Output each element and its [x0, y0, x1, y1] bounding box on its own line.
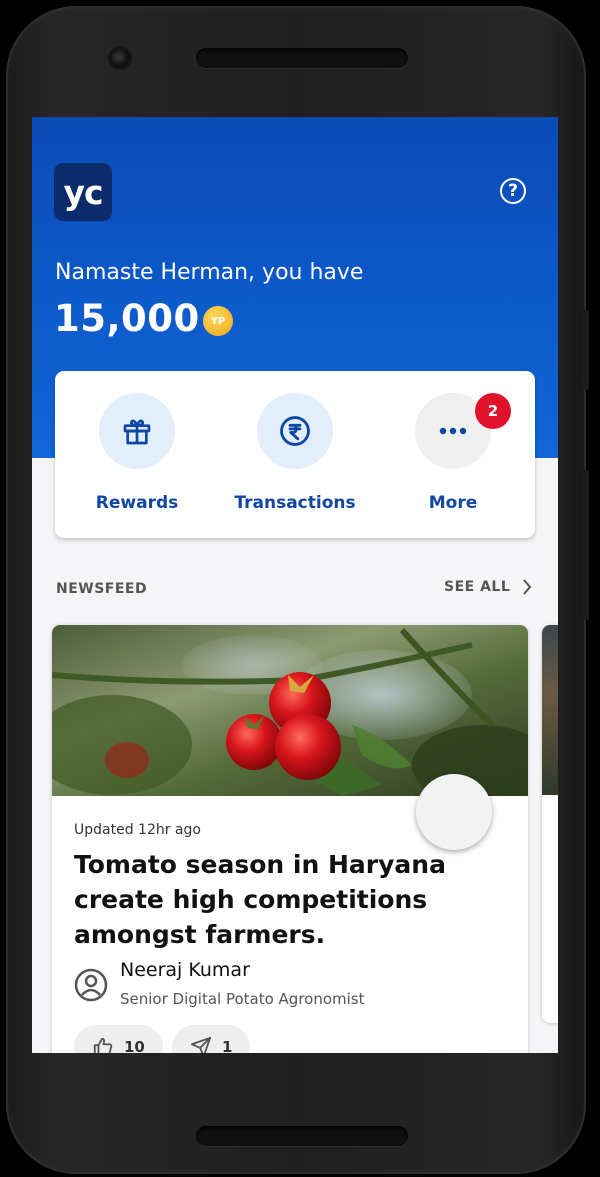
author-role: Senior Digital Potato Agronomist [120, 990, 365, 1008]
volume-button [583, 310, 589, 390]
help-icon[interactable]: ? [500, 178, 526, 204]
rewards-icon-circle [99, 393, 175, 469]
send-icon [190, 1036, 212, 1053]
rewards-button[interactable]: Rewards [67, 393, 207, 523]
rewards-label: Rewards [95, 493, 179, 513]
front-camera [110, 48, 130, 68]
more-dots-icon [439, 427, 467, 435]
greeting-text: Namaste Herman, you have [55, 260, 364, 285]
top-speaker [196, 48, 408, 68]
transactions-button[interactable]: Transactions [225, 393, 365, 523]
gift-icon [123, 419, 151, 445]
thumbs-up-icon [93, 1037, 113, 1053]
chevron-right-icon [523, 579, 532, 595]
news-card-image [52, 625, 528, 796]
more-label: More [428, 493, 478, 513]
points-balance: 15,000 [54, 297, 200, 340]
like-button[interactable]: 10 [74, 1025, 163, 1053]
bottom-speaker [196, 1126, 408, 1146]
app-screen: yc ? Namaste Herman, you have 15,000 YP … [32, 117, 558, 1053]
transactions-label: Transactions [234, 493, 356, 513]
share-count: 1 [222, 1038, 233, 1053]
newsfeed-heading: NEWSFEED [56, 581, 148, 597]
more-button[interactable]: 2 More [383, 393, 523, 523]
next-news-card[interactable] [542, 625, 558, 1023]
like-count: 10 [124, 1038, 145, 1053]
next-card-image [542, 625, 558, 795]
author-name: Neeraj Kumar [120, 959, 250, 981]
news-headline: Tomato season in Haryana create high com… [74, 850, 446, 949]
notification-badge: 2 [475, 393, 511, 429]
floating-action-button[interactable] [416, 774, 492, 850]
see-all-link[interactable]: SEE ALL [444, 579, 532, 595]
power-button [583, 470, 589, 620]
updated-time: Updated 12hr ago [74, 822, 201, 838]
see-all-label: SEE ALL [444, 579, 511, 595]
transactions-icon-circle [257, 393, 333, 469]
coin-icon: YP [203, 306, 233, 336]
author-avatar-icon [74, 968, 108, 1002]
tomato-photo [52, 625, 528, 796]
app-logo: yc [54, 163, 112, 221]
share-button[interactable]: 1 [172, 1025, 251, 1053]
quick-actions-card: Rewards Transactions 2 More [55, 371, 535, 538]
rupee-icon [280, 416, 310, 446]
